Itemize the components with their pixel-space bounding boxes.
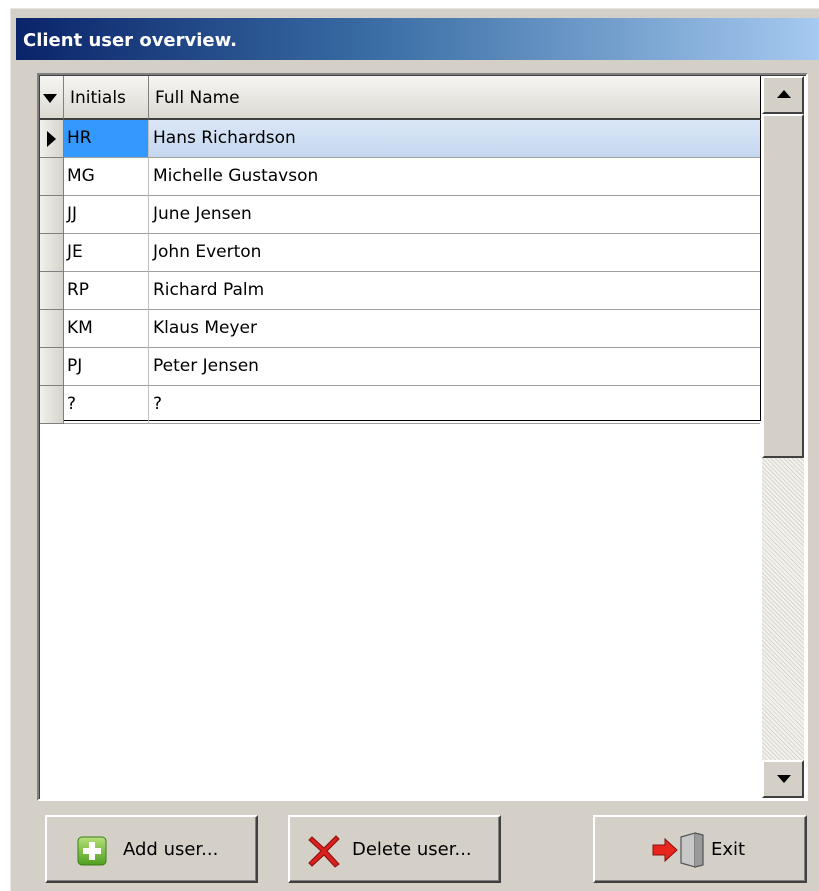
row-indicator[interactable] [40,158,64,196]
row-indicator[interactable] [40,120,64,158]
cell-initials[interactable]: KM [64,310,149,348]
column-header-full-name[interactable]: Full Name [149,76,761,120]
cell-initials[interactable]: ? [64,386,149,424]
table-row[interactable]: HR Hans Richardson [40,120,760,158]
cell-full-name[interactable]: ? [149,386,760,424]
table-row[interactable]: ?? [40,386,760,424]
cell-initials[interactable]: PJ [64,348,149,386]
table-row[interactable]: MG Michelle Gustavson [40,158,760,196]
cell-full-name[interactable]: Michelle Gustavson [149,158,760,196]
exit-door-icon [651,831,707,874]
scroll-up-button[interactable] [762,76,804,114]
current-row-arrow-icon [47,131,56,147]
column-menu-button[interactable] [40,76,64,120]
cell-full-name[interactable]: Peter Jensen [149,348,760,386]
exit-button[interactable]: Exit [593,815,807,883]
delete-user-button[interactable]: Delete user... [288,815,501,883]
row-indicator[interactable] [40,310,64,348]
cell-initials[interactable]: RP [64,272,149,310]
table-row[interactable]: RP Richard Palm [40,272,760,310]
vertical-scrollbar[interactable] [762,76,804,798]
table-row[interactable]: JE John Everton [40,234,760,272]
cell-full-name[interactable]: June Jensen [149,196,760,234]
dropdown-arrow-icon [43,94,57,103]
scroll-down-button[interactable] [762,760,804,798]
red-x-icon [306,833,342,874]
row-indicator[interactable] [40,196,64,234]
table-row[interactable]: JJ June Jensen [40,196,760,234]
column-header-initials[interactable]: Initials [64,76,149,120]
scroll-thumb[interactable] [762,114,804,458]
row-indicator[interactable] [40,272,64,310]
row-indicator[interactable] [40,348,64,386]
cell-full-name[interactable]: Klaus Meyer [149,310,760,348]
cell-full-name[interactable]: Hans Richardson [149,120,760,158]
table-row[interactable]: KM Klaus Meyer [40,310,760,348]
exit-label: Exit [711,839,746,860]
row-indicator[interactable] [40,386,64,424]
delete-user-label: Delete user... [352,839,472,860]
users-grid[interactable]: Initials Full Name HR Hans Richardson MG Mi… [37,73,808,801]
cell-initials[interactable]: HR [64,120,149,158]
client-user-overview-window: Client user overview. Initials Full Name… [10,8,819,891]
title-bar: Client user overview. [16,18,819,60]
cell-initials[interactable]: JJ [64,196,149,234]
table-row[interactable]: PJ Peter Jensen [40,348,760,386]
cell-full-name[interactable]: John Everton [149,234,760,272]
row-indicator[interactable] [40,234,64,272]
plus-icon [77,836,107,871]
add-user-button[interactable]: Add user... [45,815,258,883]
cell-initials[interactable]: JE [64,234,149,272]
cell-full-name[interactable]: Richard Palm [149,272,760,310]
grid-body: Initials Full Name HR Hans Richardson MG Mi… [40,76,761,424]
arrow-up-icon [777,90,791,98]
add-user-label: Add user... [123,839,219,860]
window-title: Client user overview. [23,30,237,51]
cell-initials[interactable]: MG [64,158,149,196]
arrow-down-icon [777,775,791,783]
